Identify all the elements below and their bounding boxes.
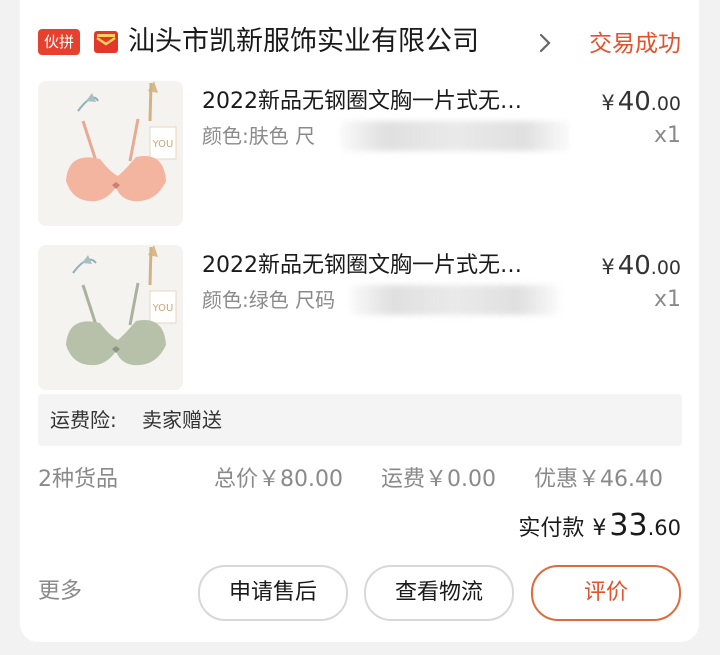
product-thumbnail[interactable]: YOU xyxy=(38,245,183,390)
order-card: 伙拼 汕头市凯新服饰实业有限公司 交易成功 YOU 2022新品无钢圈文胸一片式… xyxy=(20,0,699,642)
group-buy-tag: 伙拼 xyxy=(38,29,81,55)
review-button[interactable]: 评价 xyxy=(531,565,681,621)
product-title[interactable]: 2022新品无钢圈文胸一片式无… xyxy=(202,249,572,283)
discount: 优惠￥46.40 xyxy=(534,467,663,492)
more-link[interactable]: 更多 xyxy=(38,572,82,612)
product-price: ¥40.00 xyxy=(601,87,681,117)
product-thumbnail[interactable]: YOU xyxy=(38,81,183,226)
total-price: 总价￥80.00 xyxy=(214,467,343,492)
order-summary: 2种货品 总价￥80.00 运费￥0.00 优惠￥46.40 xyxy=(20,460,699,500)
shipping-fee: 运费￥0.00 xyxy=(381,467,496,492)
order-item[interactable]: YOU 2022新品无钢圈文胸一片式无… 颜色:肤色 尺 ¥40.00 x1 xyxy=(20,81,699,231)
insurance-value: 卖家赠送 xyxy=(142,408,222,432)
shop-name[interactable]: 汕头市凯新服饰实业有限公司 xyxy=(128,24,479,60)
order-header[interactable]: 伙拼 汕头市凯新服饰实业有限公司 交易成功 xyxy=(20,0,699,86)
insurance-label: 运费险: xyxy=(50,408,117,432)
svg-text:YOU: YOU xyxy=(152,139,174,150)
blurred-spec xyxy=(340,121,570,151)
product-spec: 颜色:绿色 尺码 xyxy=(202,288,336,312)
product-title[interactable]: 2022新品无钢圈文胸一片式无… xyxy=(202,85,572,119)
after-sale-button[interactable]: 申请售后 xyxy=(198,565,348,621)
chevron-right-icon[interactable] xyxy=(535,32,555,54)
shop-icon xyxy=(93,30,119,54)
product-quantity: x1 xyxy=(653,287,681,312)
shipping-insurance: 运费险: 卖家赠送 xyxy=(38,394,682,446)
paid-amount: 实付款 ¥33.60 xyxy=(518,508,681,543)
product-quantity: x1 xyxy=(653,123,681,148)
product-price: ¥40.00 xyxy=(601,251,681,281)
view-logistics-button[interactable]: 查看物流 xyxy=(364,565,514,621)
svg-text:YOU: YOU xyxy=(152,303,174,314)
order-status: 交易成功 xyxy=(589,31,681,57)
order-item[interactable]: YOU 2022新品无钢圈文胸一片式无… 颜色:绿色 尺码 ¥40.00 x1 xyxy=(20,245,699,395)
product-spec: 颜色:肤色 尺 xyxy=(202,124,316,148)
blurred-spec xyxy=(350,285,560,315)
item-count: 2种货品 xyxy=(38,467,118,492)
